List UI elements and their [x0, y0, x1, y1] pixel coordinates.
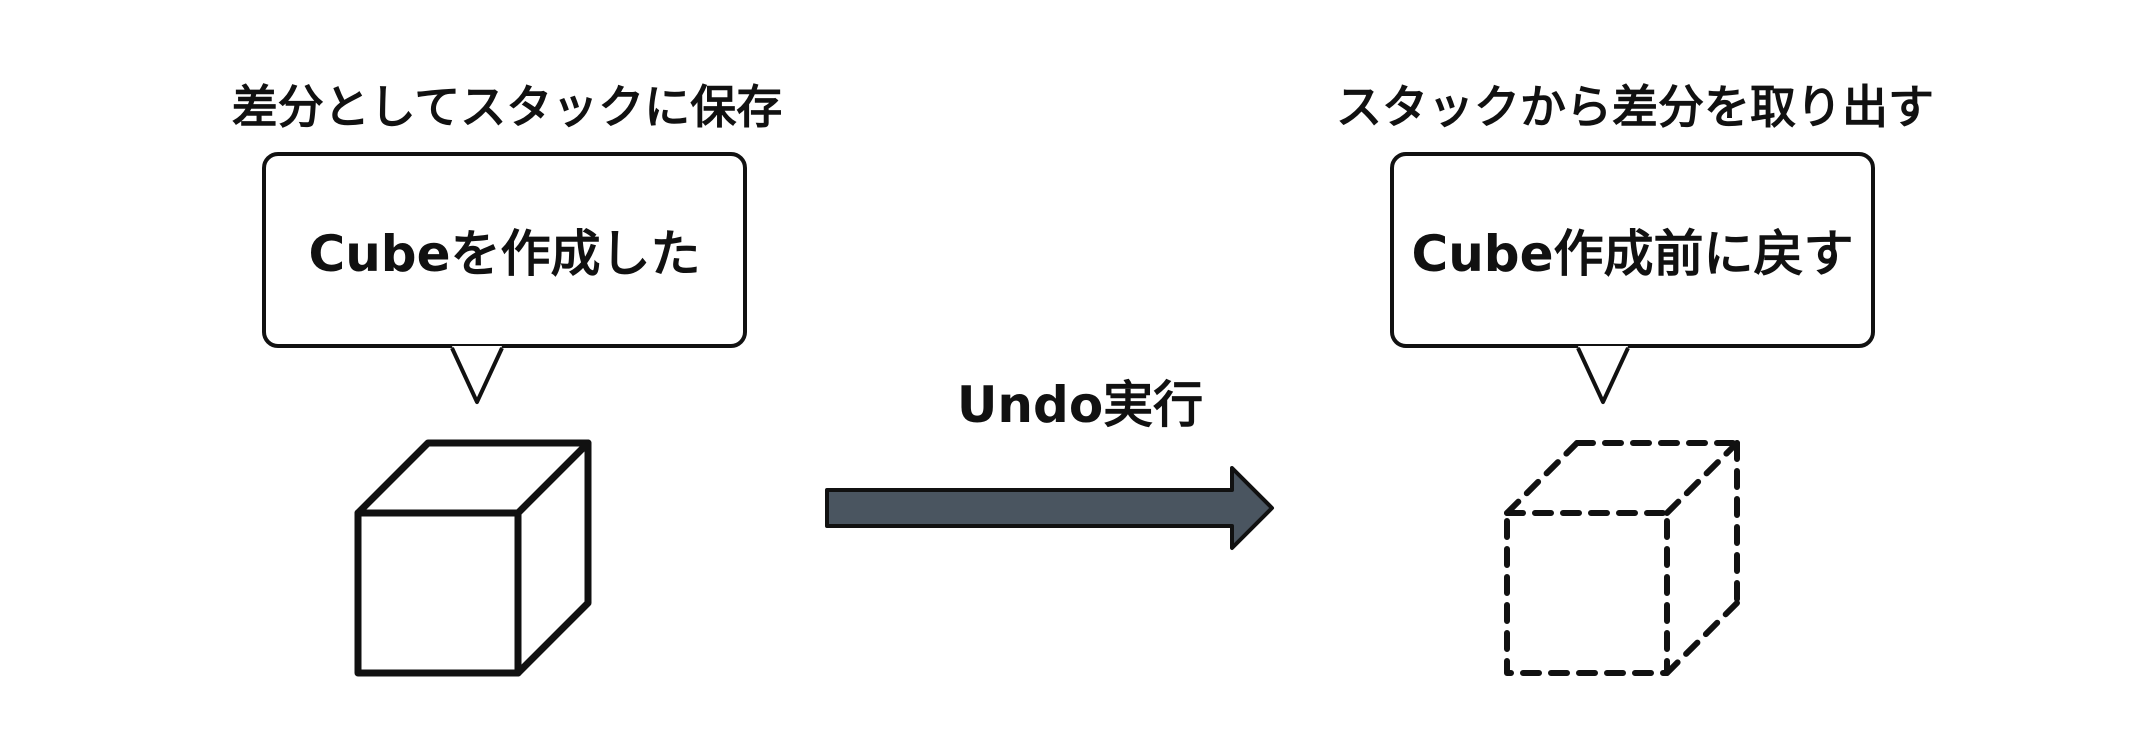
dashed-cube-icon — [1504, 440, 1740, 676]
right-bubble-tail — [1576, 346, 1630, 404]
left-bubble-tail — [450, 346, 504, 404]
diagram-graphics — [354, 346, 1740, 677]
right-arrow-icon — [825, 466, 1274, 550]
solid-cube-icon — [354, 439, 592, 677]
